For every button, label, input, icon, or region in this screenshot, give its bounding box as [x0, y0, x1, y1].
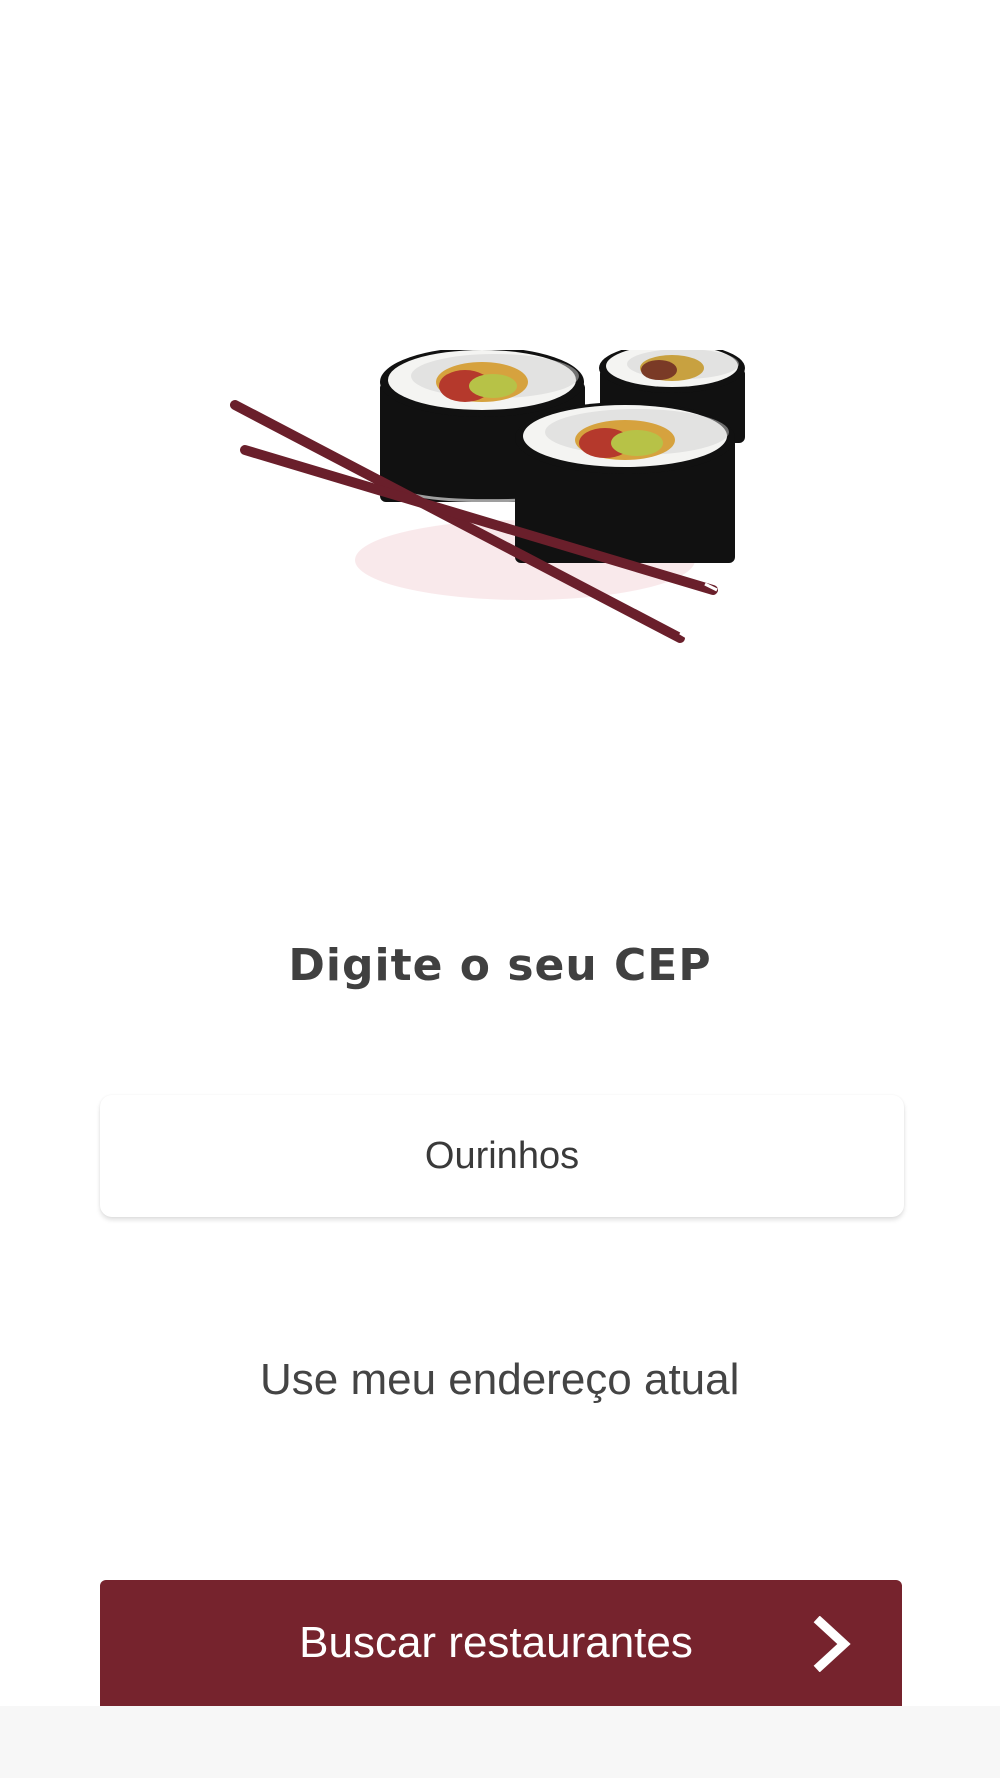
sushi-illustration [225, 350, 775, 660]
page-title: Digite o seu CEP [288, 940, 712, 991]
use-current-address-link[interactable]: Use meu endereço atual [260, 1355, 739, 1405]
cep-screen: Digite o seu CEP Use meu endereço atual … [0, 0, 1000, 1778]
search-restaurants-button[interactable]: Buscar restaurantes [100, 1580, 902, 1706]
cep-input[interactable] [100, 1095, 904, 1217]
bottom-area [0, 1706, 1000, 1778]
search-button-label: Buscar restaurantes [299, 1618, 693, 1667]
chevron-right-icon [812, 1615, 852, 1673]
sushi-icon [230, 350, 745, 644]
